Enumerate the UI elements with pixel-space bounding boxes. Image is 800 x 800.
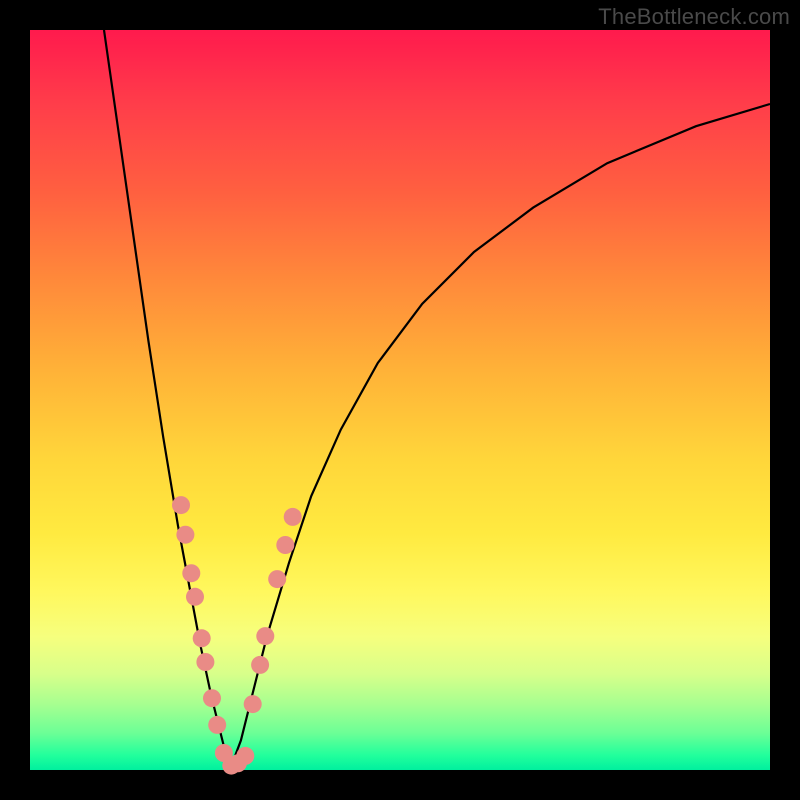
marker-dot [208,716,226,734]
marker-dot [196,653,214,671]
marker-dot [244,695,262,713]
marker-dot [268,570,286,588]
marker-dot [236,747,254,765]
watermark-text: TheBottleneck.com [598,4,790,30]
marker-dot [172,496,190,514]
marker-dot [176,526,194,544]
marker-dot [251,656,269,674]
marker-dot [203,689,221,707]
bottleneck-curve-right [230,104,770,770]
outer-frame: TheBottleneck.com [0,0,800,800]
marker-dot [256,627,274,645]
marker-dot [186,588,204,606]
plot-area [30,30,770,770]
marker-dot [284,508,302,526]
marker-dot [193,629,211,647]
chart-svg [30,30,770,770]
marker-dots [172,496,302,774]
marker-dot [276,536,294,554]
marker-dot [182,564,200,582]
